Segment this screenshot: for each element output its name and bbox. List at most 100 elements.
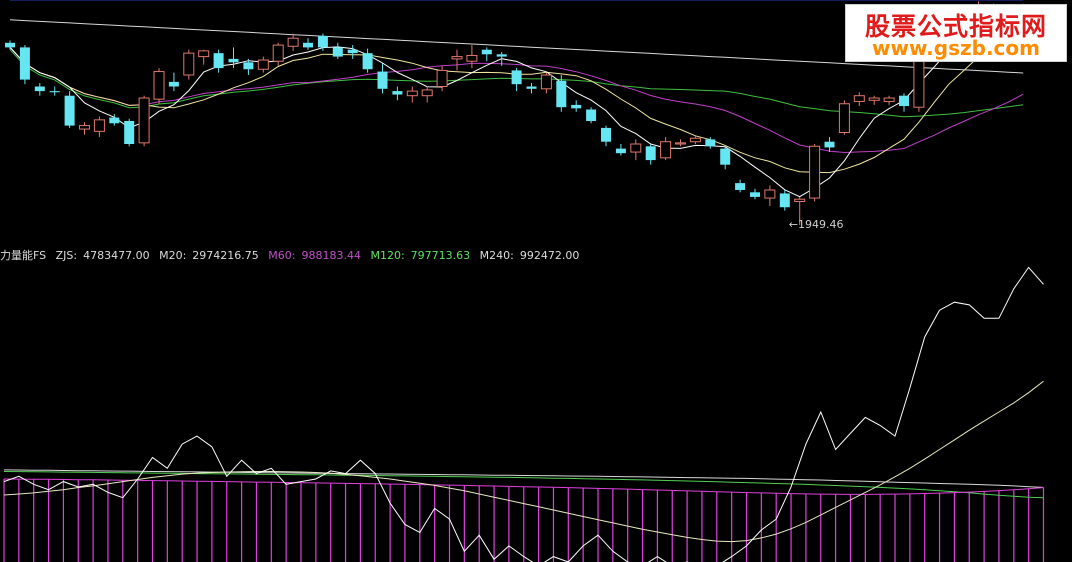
- candle: [183, 49, 195, 80]
- candle-body: [34, 86, 45, 92]
- indicator-legend: 力量能FS ZJS: 4783477.00 M20: 2974216.75 M60:…: [0, 248, 585, 264]
- candle-body: [392, 91, 403, 95]
- candle-body: [213, 53, 224, 69]
- candle: [377, 63, 388, 94]
- candle-body: [868, 97, 880, 101]
- candle-body: [794, 198, 806, 202]
- candle-body: [853, 95, 865, 102]
- candle: [883, 95, 895, 105]
- candle-body: [436, 69, 448, 88]
- m20-label: M20:: [159, 249, 187, 262]
- candle: [511, 68, 522, 92]
- candle: [451, 49, 463, 71]
- candle-body: [19, 47, 30, 80]
- m240-series-line: [3, 469, 1044, 488]
- candle-body: [183, 52, 195, 76]
- candle: [868, 95, 880, 105]
- zjs-value: 4783477.00: [83, 249, 150, 262]
- candle-body: [735, 183, 746, 190]
- candle: [93, 116, 105, 138]
- candle: [79, 122, 90, 135]
- candle-body: [421, 89, 433, 97]
- zjs-label: ZJS:: [55, 249, 78, 262]
- candle-body: [272, 44, 284, 62]
- candle-body: [764, 189, 776, 199]
- candle-body: [79, 125, 90, 130]
- candle-body: [228, 58, 239, 63]
- candle-body: [481, 49, 492, 55]
- candle: [571, 100, 582, 112]
- candle: [362, 48, 373, 73]
- candle-body: [586, 109, 597, 121]
- candle: [660, 137, 672, 161]
- candle: [49, 86, 60, 96]
- candle-body: [540, 74, 552, 90]
- candle-body: [750, 192, 760, 197]
- candle: [272, 42, 284, 66]
- candle: [809, 144, 821, 202]
- candle-body: [660, 141, 672, 159]
- candle: [645, 144, 656, 165]
- m60-label: M60:: [268, 249, 296, 262]
- candle: [735, 179, 746, 193]
- candle-body: [556, 80, 567, 108]
- candle-body: [466, 54, 478, 62]
- candle-body: [571, 104, 582, 109]
- stock-chart: ←1949.46: [3, 0, 1045, 562]
- candle: [153, 68, 165, 104]
- m240-value: 992472.00: [519, 249, 580, 262]
- candle-body: [347, 49, 358, 54]
- candle-body: [287, 37, 299, 47]
- candle: [630, 139, 642, 161]
- m20-value: 2974216.75: [192, 249, 259, 262]
- candle: [124, 118, 135, 147]
- candle-body: [720, 148, 731, 165]
- candle-body: [153, 71, 165, 100]
- site-watermark: 股票公式指标网 www.gszb.com: [845, 4, 1067, 62]
- candle: [287, 33, 299, 51]
- candle-body: [615, 148, 626, 154]
- m60-value: 988183.44: [301, 249, 361, 262]
- candle-body: [198, 50, 210, 58]
- candle: [526, 83, 537, 94]
- candle: [779, 190, 790, 211]
- candle: [750, 188, 760, 200]
- candle: [481, 47, 492, 62]
- candle: [615, 144, 626, 156]
- candle: [34, 83, 45, 96]
- candle-body: [406, 90, 418, 97]
- candle: [198, 49, 210, 65]
- candle: [347, 45, 358, 59]
- candle-body: [64, 95, 75, 126]
- candle-body: [5, 42, 15, 48]
- candle-body: [675, 142, 686, 145]
- candle: [764, 185, 776, 207]
- m120-label: M120:: [370, 249, 405, 262]
- candle-body: [124, 121, 135, 144]
- indicator-name: 力量能FS: [0, 249, 47, 262]
- candle-body: [93, 119, 105, 132]
- candle-body: [138, 97, 150, 144]
- candle: [392, 86, 403, 101]
- low-price-annotation: ←1949.46: [789, 218, 844, 231]
- candle-body: [257, 59, 269, 70]
- candle-body: [526, 86, 537, 89]
- candle: [853, 92, 865, 107]
- m240-label: M240:: [479, 249, 514, 262]
- candle-body: [451, 56, 463, 60]
- m120-value: 797713.63: [410, 249, 471, 262]
- candle-body: [645, 146, 656, 161]
- candle: [586, 107, 597, 124]
- candle-body: [317, 35, 328, 48]
- candle-body: [377, 71, 388, 89]
- candle: [421, 86, 433, 103]
- candle-body: [332, 47, 343, 57]
- candle: [824, 137, 835, 153]
- candle-body: [601, 127, 611, 142]
- candle-body: [303, 42, 313, 48]
- candle-body: [511, 70, 522, 85]
- candle-body: [362, 53, 373, 70]
- candle-body: [496, 54, 507, 57]
- candle-body: [168, 81, 179, 87]
- candle-body: [883, 97, 895, 102]
